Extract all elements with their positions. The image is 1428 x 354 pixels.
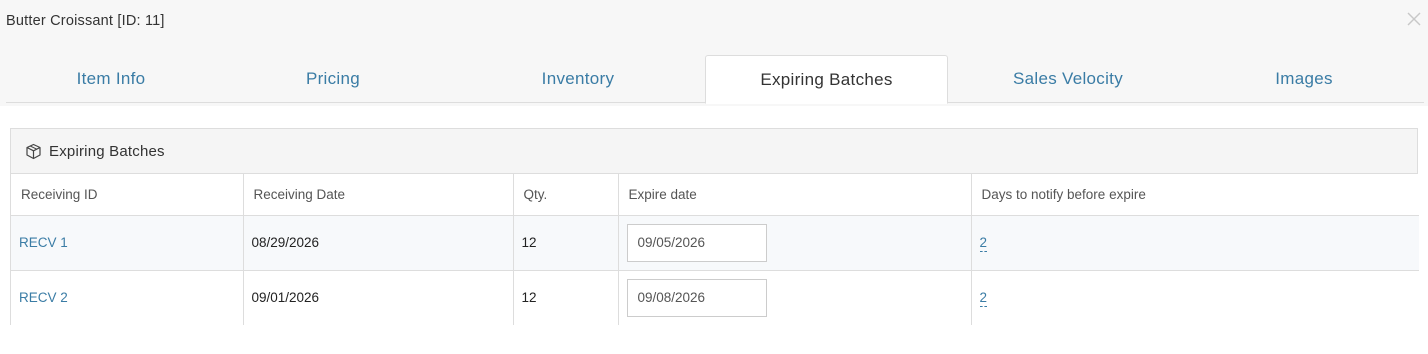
expire-date-input[interactable] <box>626 278 767 317</box>
panel-heading: Expiring Batches <box>11 129 1417 174</box>
expiring-batches-panel: Expiring Batches Receiving ID Receiving … <box>10 128 1419 325</box>
table-row: RECV 2 09/01/2026 12 2 <box>11 270 1419 325</box>
tab-expiring-batches[interactable]: Expiring Batches <box>705 55 948 104</box>
modal-title: Butter Croissant [ID: 11] <box>6 13 165 29</box>
tab-pricing[interactable]: Pricing <box>230 55 436 103</box>
cube-icon <box>25 142 43 160</box>
tabs-area: Item Info Pricing Inventory Expiring Bat… <box>0 48 1428 106</box>
cell-days-notify: 2 <box>971 215 1419 271</box>
modal-header: Butter Croissant [ID: 11] <box>0 0 1428 48</box>
header-expire-date: Expire date <box>618 174 972 216</box>
days-notify-editable[interactable]: 2 <box>979 290 988 308</box>
header-days-notify: Days to notify before expire <box>971 174 1419 216</box>
cell-expire-date <box>618 270 972 325</box>
receiving-id-link[interactable]: RECV 1 <box>19 235 68 250</box>
table-row: RECV 1 08/29/2026 12 2 <box>11 215 1419 271</box>
tab-item-info[interactable]: Item Info <box>6 55 216 103</box>
cell-receiving-id: RECV 1 <box>11 215 244 271</box>
cell-receiving-date: 09/01/2026 <box>243 270 514 325</box>
cell-days-notify: 2 <box>971 270 1419 325</box>
batches-table: Receiving ID Receiving Date Qty. Expire … <box>11 174 1419 325</box>
table-header-row: Receiving ID Receiving Date Qty. Expire … <box>11 174 1419 216</box>
cell-expire-date <box>618 215 972 271</box>
tab-images[interactable]: Images <box>1196 55 1412 103</box>
cell-qty: 12 <box>513 270 619 325</box>
close-icon <box>1407 12 1421 26</box>
expire-date-input[interactable] <box>626 223 767 262</box>
panel-title: Expiring Batches <box>49 142 165 160</box>
header-receiving-date: Receiving Date <box>243 174 514 216</box>
tab-inventory[interactable]: Inventory <box>466 55 690 103</box>
close-button[interactable] <box>1406 11 1422 27</box>
tab-bar: Item Info Pricing Inventory Expiring Bat… <box>6 55 1424 104</box>
header-qty: Qty. <box>513 174 619 216</box>
tab-sales-velocity[interactable]: Sales Velocity <box>961 55 1175 103</box>
cell-receiving-date: 08/29/2026 <box>243 215 514 271</box>
days-notify-editable[interactable]: 2 <box>979 235 988 252</box>
cell-qty: 12 <box>513 215 619 271</box>
header-receiving-id: Receiving ID <box>11 174 244 216</box>
cell-receiving-id: RECV 2 <box>11 270 244 325</box>
receiving-id-link[interactable]: RECV 2 <box>19 290 68 305</box>
